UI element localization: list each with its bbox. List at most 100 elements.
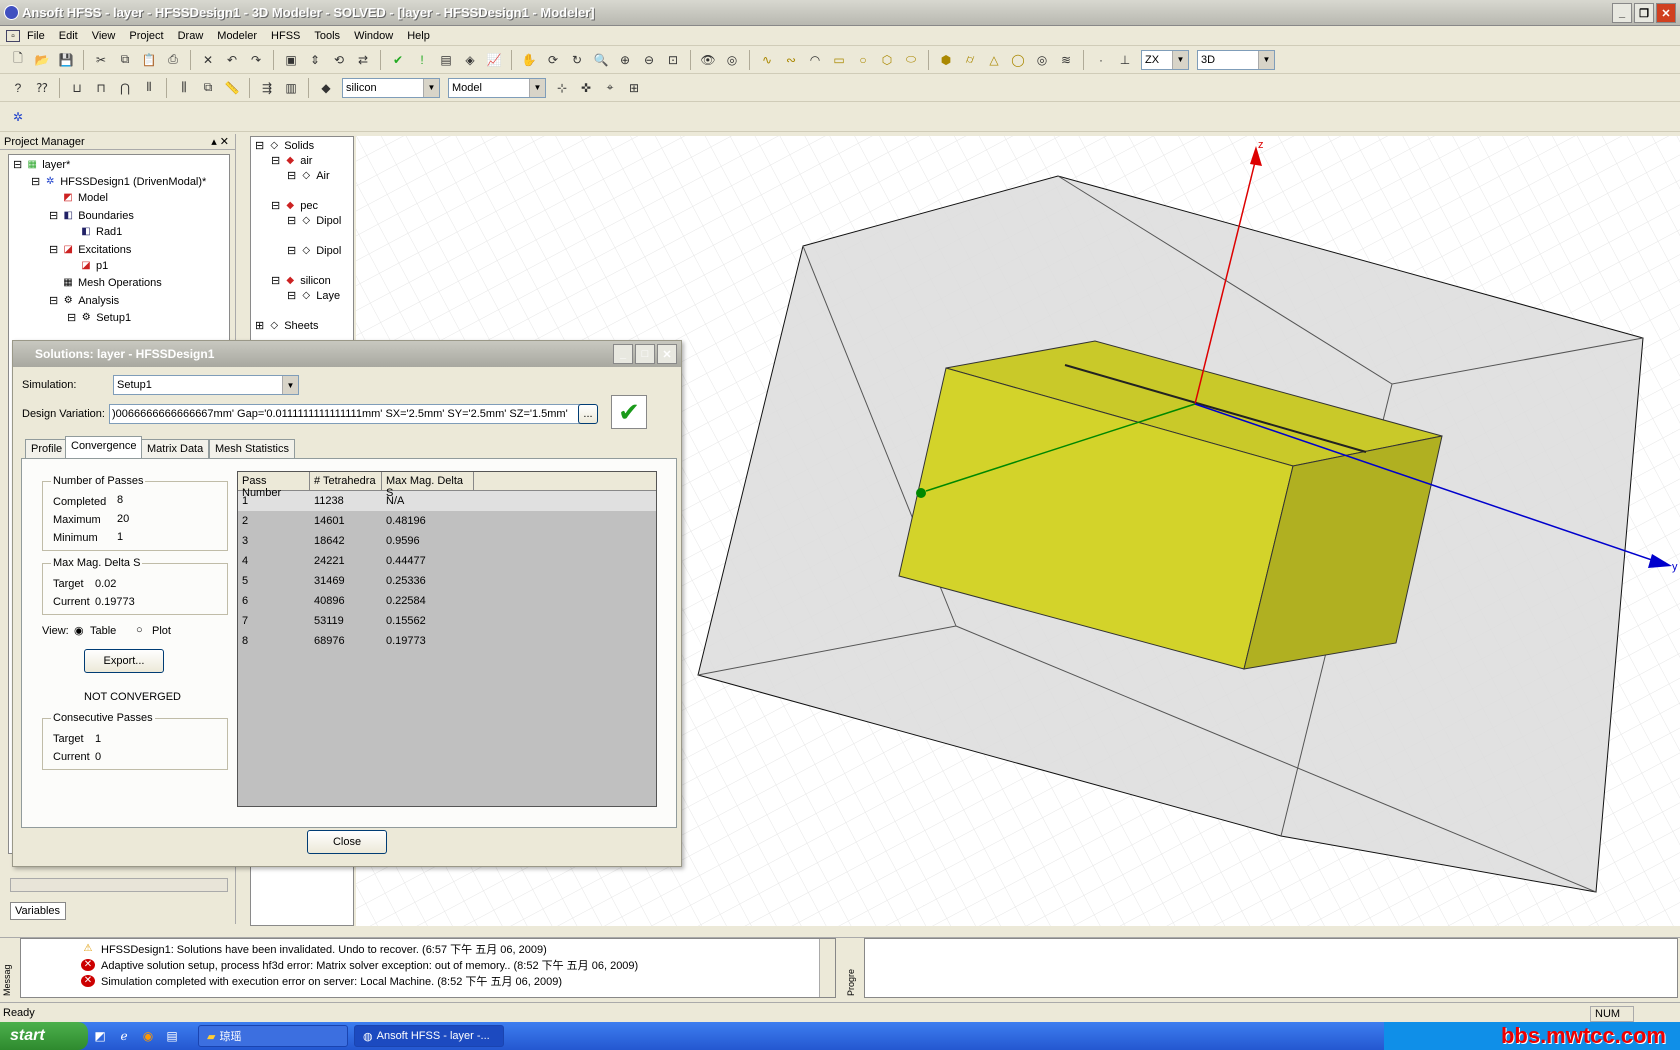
tree-item-analysis[interactable]: ⊟ ⚙ Analysis xyxy=(49,294,119,308)
tab-mesh-statistics[interactable]: Mesh Statistics xyxy=(209,439,295,459)
context-help-icon[interactable]: ⁇ xyxy=(32,78,52,98)
tree-item-layer[interactable]: ⊟ ▦ layer* xyxy=(13,158,70,172)
design-variation-field[interactable]: )0066666666666667mm' Gap='0.011111111111… xyxy=(109,404,583,424)
tab-matrix-data[interactable]: Matrix Data xyxy=(141,439,210,459)
plot-icon[interactable]: 📈 xyxy=(484,50,504,70)
zoom-out-icon[interactable]: ⊖ xyxy=(639,50,659,70)
cone-icon[interactable]: △ xyxy=(984,50,1004,70)
tree-item-mesh-operations[interactable]: ▦ Mesh Operations xyxy=(61,277,162,289)
zoom-in-icon[interactable]: ⊕ xyxy=(615,50,635,70)
table-row[interactable]: 1 11238 N/A xyxy=(238,491,656,511)
model-tree-air-obj[interactable]: ⊟ ◇ Air xyxy=(287,169,330,183)
message-item[interactable]: ✕ Adaptive solution setup, process hf3d e… xyxy=(81,957,638,973)
view-mode-select[interactable]: 3D ▼ xyxy=(1197,49,1275,70)
firefox-icon[interactable]: ◉ xyxy=(138,1026,158,1046)
view-table-radio[interactable]: ◉ xyxy=(74,624,84,637)
tab-profile[interactable]: Profile xyxy=(25,439,69,459)
polygon-icon[interactable]: ⬡ xyxy=(877,50,897,70)
start-button[interactable]: start xyxy=(0,1022,88,1050)
checkmark-icon[interactable]: ✔ xyxy=(611,395,647,429)
validate-icon[interactable]: ✔ xyxy=(388,50,408,70)
snap-icon[interactable]: ✜ xyxy=(576,78,596,98)
simulation-select[interactable]: Setup1 ▼ xyxy=(113,375,299,395)
table-row[interactable]: 8 68976 0.19773 xyxy=(238,631,656,651)
material-icon[interactable]: ◆ xyxy=(316,78,336,98)
box-icon[interactable]: ⬢ xyxy=(936,50,956,70)
circle-icon[interactable]: ○ xyxy=(853,50,873,70)
line-icon[interactable]: ∿ xyxy=(757,50,777,70)
split-icon[interactable]: ⫴ xyxy=(139,78,159,98)
table-row[interactable]: 7 53119 0.15562 xyxy=(238,611,656,631)
taskbar-folder[interactable]: ▰ 琼瑶 xyxy=(198,1025,348,1047)
tree-item-model[interactable]: ◩ Model xyxy=(61,192,108,204)
project-tree-scrollbar[interactable] xyxy=(10,878,228,892)
duplicate-icon[interactable]: ⧉ xyxy=(198,78,218,98)
menu-project[interactable]: Project xyxy=(122,30,170,42)
intersect-icon[interactable]: ⋂ xyxy=(115,78,135,98)
taskbar-hfss[interactable]: ◍ Ansoft HFSS - layer -... xyxy=(354,1025,504,1047)
helix-icon[interactable]: ≋ xyxy=(1056,50,1076,70)
axis-icon[interactable]: ⌖ xyxy=(600,78,620,98)
table-row[interactable]: 5 31469 0.25336 xyxy=(238,571,656,591)
restore-button[interactable]: ❐ xyxy=(1634,3,1654,23)
export-button[interactable]: Export... xyxy=(84,649,164,673)
show-icon[interactable]: 👁 xyxy=(698,50,718,70)
menu-hfss[interactable]: HFSS xyxy=(264,30,307,42)
fit-all-icon[interactable]: ⊡ xyxy=(663,50,683,70)
coordinate-icon[interactable]: ⊥ xyxy=(1115,50,1135,70)
paste-icon[interactable]: 📋 xyxy=(139,50,159,70)
origin-icon[interactable]: ⊞ xyxy=(624,78,644,98)
rectangle-icon[interactable]: ▭ xyxy=(829,50,849,70)
undo-icon[interactable]: ↶ xyxy=(222,50,242,70)
model-tree-air[interactable]: ⊟ ◆ air xyxy=(271,154,312,168)
menu-tools[interactable]: Tools xyxy=(307,30,347,42)
sphere-icon[interactable]: ◯ xyxy=(1008,50,1028,70)
progress-tab[interactable]: Progre xyxy=(846,940,860,996)
redo-icon[interactable]: ↷ xyxy=(246,50,266,70)
torus-icon[interactable]: ◎ xyxy=(1032,50,1052,70)
menu-view[interactable]: View xyxy=(85,30,123,42)
table-row[interactable]: 6 40896 0.22584 xyxy=(238,591,656,611)
col-pass-number[interactable]: Pass Number xyxy=(238,472,310,499)
table-row[interactable]: 2 14601 0.48196 xyxy=(238,511,656,531)
new-icon[interactable]: 🗋 xyxy=(8,50,28,70)
tree-item-boundaries[interactable]: ⊟ ◧ Boundaries xyxy=(49,209,134,223)
cylinder-icon[interactable]: ⌭ xyxy=(960,50,980,70)
menu-file[interactable]: File xyxy=(20,30,52,42)
minimize-button[interactable]: _ xyxy=(1612,3,1632,23)
design-variation-browse-button[interactable]: ... xyxy=(578,404,598,424)
grid-icon[interactable]: ⊹ xyxy=(552,78,572,98)
ellipse-icon[interactable]: ⬭ xyxy=(901,50,921,70)
ie-icon[interactable]: ℯ xyxy=(114,1026,134,1046)
hide-icon[interactable]: ◎ xyxy=(722,50,742,70)
model-tree-sheets[interactable]: ⊞ ◇ Sheets xyxy=(255,319,318,333)
save-icon[interactable]: 💾 xyxy=(56,50,76,70)
analyze-icon[interactable]: ! xyxy=(412,50,432,70)
zoom-icon[interactable]: 🔍 xyxy=(591,50,611,70)
rotate-icon[interactable]: ⟲ xyxy=(329,50,349,70)
print-icon[interactable]: ⎙ xyxy=(163,50,183,70)
select-icon[interactable]: ▣ xyxy=(281,50,301,70)
measure-icon[interactable]: 📏 xyxy=(222,78,242,98)
align-icon[interactable]: ⫼ xyxy=(174,78,194,98)
desktop-icon[interactable]: ◩ xyxy=(90,1026,110,1046)
cut-icon[interactable]: ✂ xyxy=(91,50,111,70)
model-tree-dipole2[interactable]: ⊟ ◇ Dipol xyxy=(287,244,341,258)
sweep-icon[interactable]: ⇶ xyxy=(257,78,277,98)
unite-icon[interactable]: ⊔ xyxy=(67,78,87,98)
dialog-minimize-button[interactable]: _ xyxy=(613,344,633,364)
move-icon[interactable]: ⇕ xyxy=(305,50,325,70)
tree-item-setup1[interactable]: ⊟ ⚙ Setup1 xyxy=(67,311,131,325)
hfss-icon[interactable]: ✲ xyxy=(8,107,28,127)
tree-item-design[interactable]: ⊟ ✲ HFSSDesign1 (DrivenModal)* xyxy=(31,175,206,189)
point-icon[interactable]: · xyxy=(1091,50,1111,70)
model-mode-select[interactable]: Model ▼ xyxy=(448,77,546,98)
cover-icon[interactable]: ▥ xyxy=(281,78,301,98)
model-tree-layer[interactable]: ⊟ ◇ Laye xyxy=(287,289,340,303)
model-tree-silicon[interactable]: ⊟ ◆ silicon xyxy=(271,274,331,288)
orbit-icon[interactable]: ⟳ xyxy=(543,50,563,70)
model-tree-pec[interactable]: ⊟ ◆ pec xyxy=(271,199,318,213)
tree-item-excitations[interactable]: ⊟ ◪ Excitations xyxy=(49,243,131,257)
tree-item-p1[interactable]: ◪ p1 xyxy=(79,260,108,272)
view-plane-select[interactable]: ZX ▼ xyxy=(1141,49,1189,70)
